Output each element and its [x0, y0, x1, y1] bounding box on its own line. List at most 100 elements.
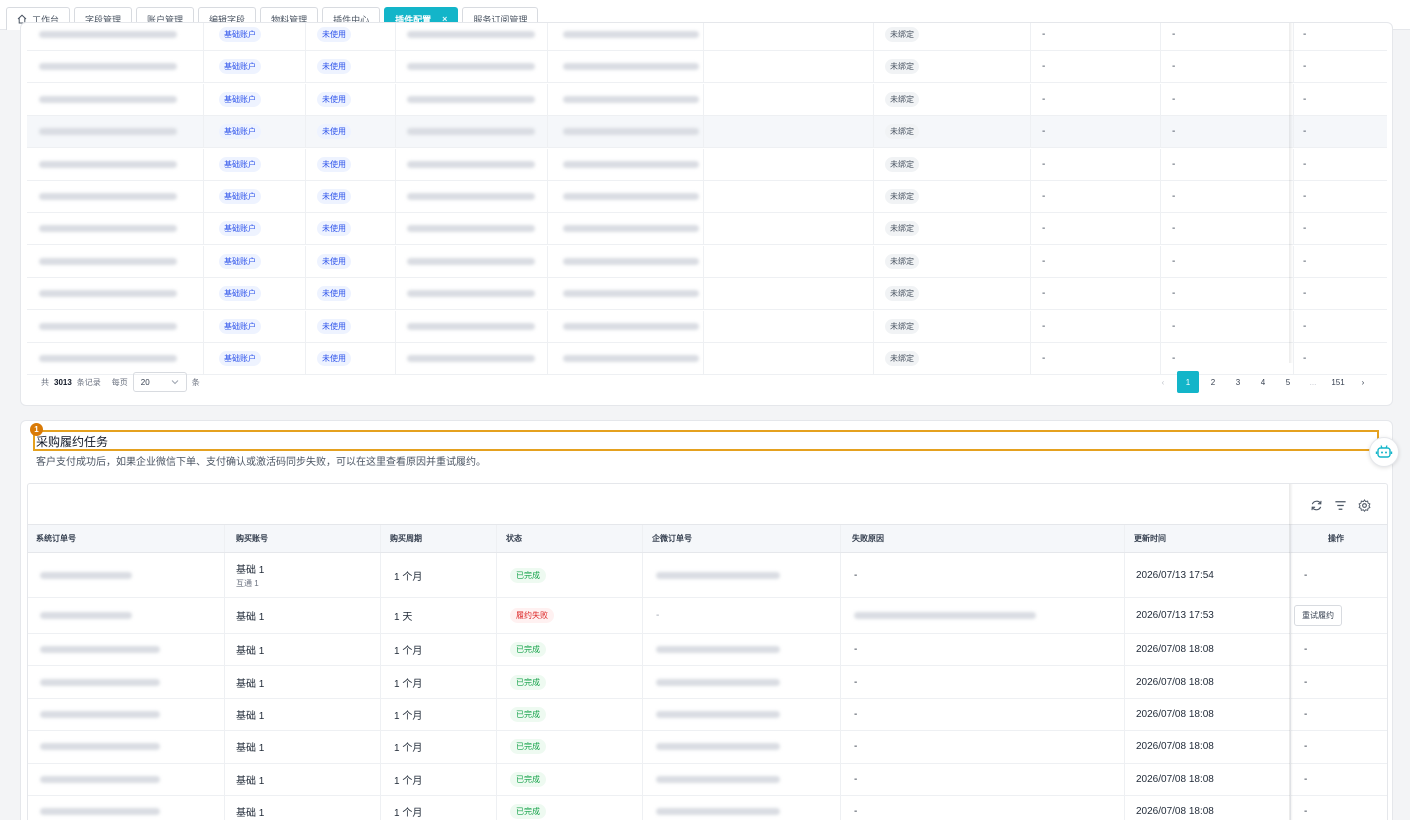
- column-divider: [496, 634, 497, 666]
- table-cell: 基础账户: [219, 149, 261, 180]
- purchase-period: 1 个月: [394, 808, 423, 820]
- column-divider: [496, 598, 497, 633]
- table-cell: 未使用: [317, 181, 351, 212]
- column-divider: [380, 796, 381, 820]
- retry-fulfillment-button[interactable]: 重试履约: [1294, 605, 1342, 626]
- table-cell: -: [1303, 51, 1306, 82]
- column-header: 失败原因: [852, 534, 884, 543]
- cell-value: -: [1172, 29, 1176, 40]
- cell-value: -: [1172, 353, 1176, 364]
- redacted-value: [39, 257, 177, 265]
- column-divider: [1030, 278, 1031, 310]
- table-cell: 基础账户: [219, 311, 261, 342]
- column-divider: [642, 698, 643, 731]
- table-cell: -: [1303, 213, 1306, 244]
- column-header: 购买周期: [390, 534, 422, 543]
- failure-reason: -: [854, 644, 858, 656]
- purchase-period: 1 个月: [394, 678, 423, 690]
- page-button-2[interactable]: 2: [1202, 371, 1224, 393]
- density-icon[interactable]: [1333, 498, 1347, 512]
- table-cell: -: [1304, 731, 1307, 762]
- column-divider: [1293, 310, 1294, 342]
- column-divider: [203, 181, 204, 212]
- operation-value: -: [1304, 569, 1308, 581]
- page-button-4[interactable]: 4: [1252, 371, 1274, 393]
- step-badge: 1: [30, 423, 43, 436]
- column-divider: [547, 278, 548, 310]
- column-header: 购买账号: [236, 534, 268, 543]
- table-row: 基础账户 未使用 未绑定 - - -: [27, 83, 1387, 116]
- column-divider: [840, 796, 841, 820]
- table-cell: -: [1042, 278, 1045, 309]
- column-divider: [496, 525, 497, 552]
- table-cell: [563, 246, 699, 277]
- redacted-value: [656, 646, 780, 654]
- table-cell: [563, 116, 699, 147]
- status-badge: 已完成: [510, 642, 546, 658]
- page-button-5[interactable]: 5: [1277, 371, 1299, 393]
- table-cell: [39, 84, 177, 115]
- table-cell: 2026/07/08 18:08: [1136, 634, 1214, 665]
- column-divider: [1030, 116, 1031, 148]
- page-button-3[interactable]: 3: [1227, 371, 1249, 393]
- column-divider: [840, 666, 841, 698]
- column-divider: [1030, 245, 1031, 277]
- cell-value: -: [1042, 288, 1046, 300]
- column-header: 操作: [1328, 534, 1344, 543]
- table-row: 基础 1 1 个月 已完成 - 2026/07/08 18:08 -: [28, 796, 1387, 820]
- table-cell: 基础 1: [236, 731, 264, 762]
- update-time: 2026/07/13 17:53: [1136, 610, 1214, 621]
- table-row: 基础账户 未使用 未绑定 - - -: [27, 245, 1387, 278]
- table-cell: 已完成: [510, 731, 546, 762]
- table-cell: -: [1042, 51, 1045, 82]
- redacted-value: [563, 95, 699, 103]
- failure-reason: -: [854, 741, 858, 753]
- column-divider: [642, 634, 643, 666]
- column-divider: [203, 245, 204, 277]
- column-divider: [873, 23, 874, 50]
- table-cell: 未绑定: [885, 51, 919, 82]
- table-cell: -: [1303, 116, 1306, 147]
- settings-icon[interactable]: [1357, 498, 1371, 512]
- purchase-period: 1 天: [394, 612, 413, 623]
- table-cell: 未使用: [317, 149, 351, 180]
- table-cell: 未使用: [317, 116, 351, 147]
- column-divider: [840, 763, 841, 795]
- table-cell: -: [854, 634, 857, 665]
- prev-page-button[interactable]: ‹: [1152, 371, 1174, 393]
- cell-value: -: [1303, 288, 1307, 300]
- next-page-button[interactable]: ›: [1352, 371, 1374, 393]
- column-divider: [840, 598, 841, 633]
- page-button-151[interactable]: 151: [1327, 371, 1349, 393]
- operation-value: -: [1304, 741, 1308, 753]
- robot-icon[interactable]: [1369, 437, 1399, 467]
- page-size-select[interactable]: 20: [132, 372, 187, 392]
- table-cell: 2026/07/13 17:54: [1136, 553, 1214, 597]
- column-divider: [1030, 83, 1031, 115]
- update-time: 2026/07/08 18:08: [1136, 676, 1214, 688]
- redacted-value: [39, 322, 177, 330]
- column-divider: [380, 666, 381, 698]
- page-button-1[interactable]: 1: [1177, 371, 1199, 393]
- column-divider: [395, 213, 396, 245]
- column-divider: [224, 796, 225, 820]
- account-type-tag: 基础账户: [219, 221, 261, 237]
- table-cell: -: [1172, 51, 1175, 82]
- column-divider: [305, 83, 306, 115]
- operation-value: -: [1304, 644, 1308, 656]
- column-divider: [1160, 278, 1161, 310]
- table-cell: -: [1172, 116, 1175, 147]
- column-divider: [395, 245, 396, 277]
- account-type-tag: 基础账户: [219, 286, 261, 302]
- failure-reason: -: [854, 569, 858, 581]
- redacted-value: [407, 257, 535, 265]
- table-cell: -: [1172, 343, 1175, 374]
- column-divider: [1030, 310, 1031, 342]
- refresh-icon[interactable]: [1309, 498, 1323, 512]
- column-divider: [873, 51, 874, 83]
- table-cell: [563, 343, 699, 374]
- column-divider: [703, 245, 704, 277]
- redacted-value: [407, 160, 535, 168]
- purchase-account: 基础 1: [236, 707, 264, 722]
- table-cell: [40, 764, 160, 795]
